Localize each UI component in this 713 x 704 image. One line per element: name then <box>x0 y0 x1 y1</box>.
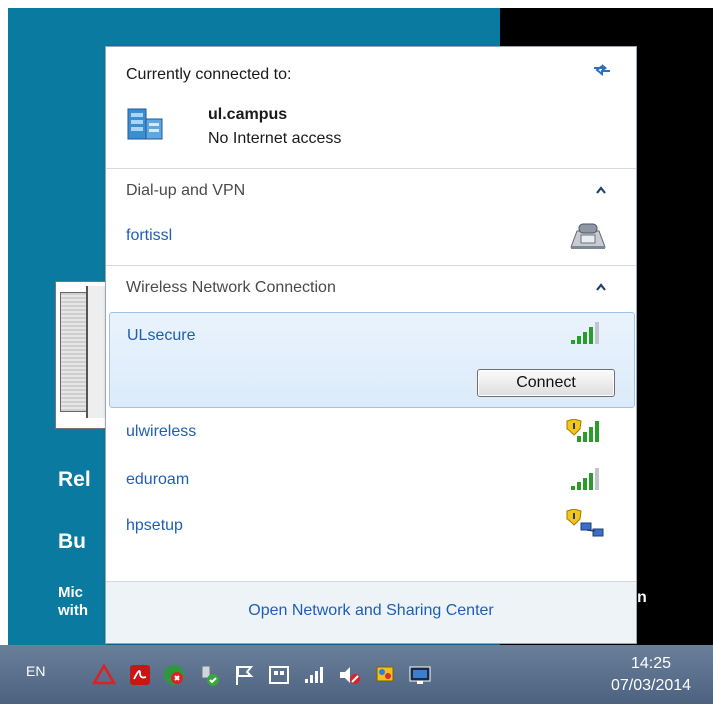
current-network-name: ul.campus <box>208 106 288 123</box>
taskbar: EN 14:25 07/03/2014 <box>0 645 713 704</box>
dialup-section-header[interactable]: Dial-up and VPN <box>106 169 636 213</box>
open-network-sharing-center-link[interactable]: Open Network and Sharing Center <box>106 602 636 620</box>
usb-device-icon[interactable] <box>197 663 221 687</box>
background-text-bu: Bu <box>58 530 86 553</box>
network-item-ulsecure-selected[interactable]: ULsecure Connect <box>109 312 635 408</box>
clock-date: 07/03/2014 <box>610 677 692 694</box>
network-flyout: Currently connected to: ul.campus No Int… <box>105 46 637 644</box>
current-network-status: No Internet access <box>208 130 342 147</box>
background-text-mic-line2: with <box>58 602 88 619</box>
refresh-icon[interactable] <box>592 61 612 77</box>
keyboard-icon[interactable] <box>267 663 291 687</box>
sync-icon[interactable] <box>162 663 186 687</box>
background-text-mic: Mic with <box>58 584 88 620</box>
signal-shield-icon <box>566 419 599 442</box>
paint-icon[interactable] <box>373 663 397 687</box>
chevron-up-icon[interactable] <box>596 186 606 194</box>
modem-icon <box>570 223 606 249</box>
list-item[interactable]: hpsetup <box>106 505 636 547</box>
signal-bars-icon <box>571 322 599 344</box>
volume-muted-icon[interactable] <box>337 663 361 687</box>
background-text-n: n <box>637 589 647 606</box>
signal-bars-icon <box>571 468 599 490</box>
network-name-ulwireless[interactable]: ulwireless <box>126 423 196 441</box>
network-name-fortissl[interactable]: fortissl <box>126 227 172 245</box>
background-text-mic-line1: Mic <box>58 584 84 601</box>
network-name-hpsetup[interactable]: hpsetup <box>126 517 183 535</box>
connected-header: Currently connected to: <box>126 66 292 83</box>
acrobat-icon[interactable] <box>128 663 152 687</box>
connect-button[interactable]: Connect <box>477 369 615 397</box>
list-item[interactable]: ulwireless <box>106 411 636 453</box>
dialup-section-title: Dial-up and VPN <box>126 182 246 199</box>
adhoc-shield-icon <box>566 509 604 537</box>
clock-time: 14:25 <box>630 655 672 672</box>
system-clock[interactable]: 14:25 07/03/2014 <box>595 653 707 697</box>
language-indicator[interactable]: EN <box>26 663 45 679</box>
flyout-footer: Open Network and Sharing Center <box>106 581 636 643</box>
list-item[interactable]: eduroam <box>106 459 636 501</box>
warning-triangle-icon[interactable] <box>92 663 116 687</box>
flag-icon[interactable] <box>232 663 256 687</box>
chevron-up-icon[interactable] <box>596 283 606 291</box>
monitor-icon[interactable] <box>408 663 432 687</box>
background-text-rel: Rel <box>58 468 91 491</box>
wireless-section-header[interactable]: Wireless Network Connection <box>106 266 636 310</box>
list-item[interactable]: fortissl <box>106 215 636 257</box>
network-name-eduroam[interactable]: eduroam <box>126 471 189 489</box>
wireless-section-title: Wireless Network Connection <box>126 279 336 296</box>
signal-icon[interactable] <box>302 663 326 687</box>
domain-network-icon <box>127 108 163 140</box>
network-name-ulsecure[interactable]: ULsecure <box>127 327 195 345</box>
